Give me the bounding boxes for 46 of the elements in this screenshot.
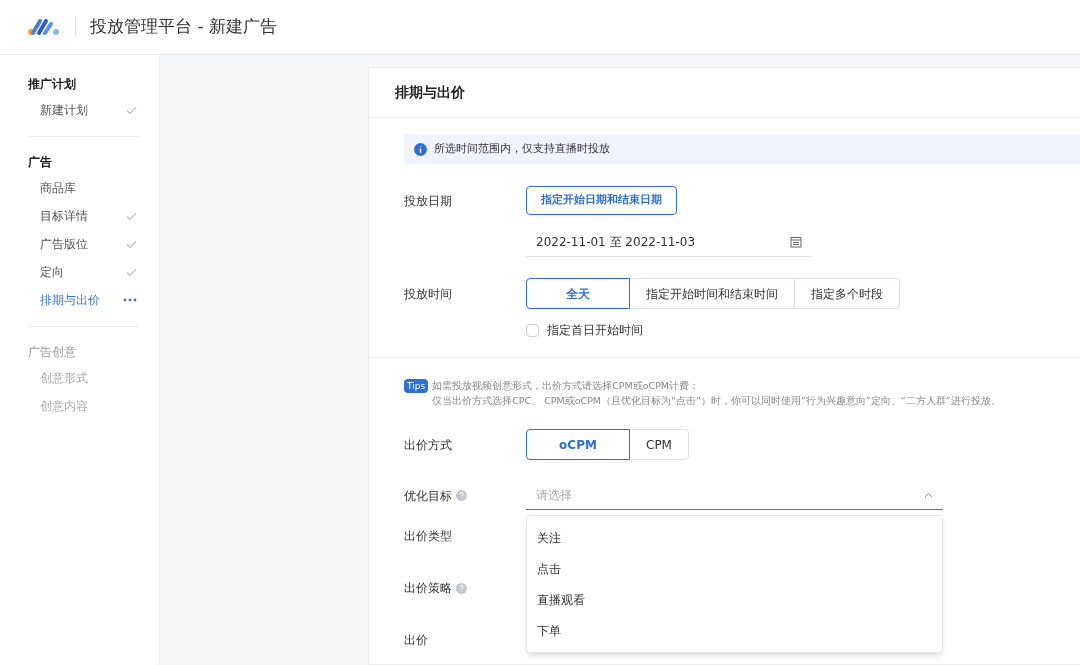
sidebar-item[interactable]: 广告版位 — [28, 230, 139, 258]
section-title: 排期与出价 — [395, 83, 465, 102]
check-icon — [126, 105, 137, 115]
tips-badge: Tips — [404, 379, 429, 393]
help-icon — [456, 490, 467, 501]
dropdown-option[interactable]: 点击 — [527, 553, 942, 584]
more-icon — [123, 298, 137, 302]
segment-option[interactable]: 指定开始时间和结束时间 — [629, 278, 795, 309]
field-label: 投放日期 — [404, 192, 452, 210]
segment-option[interactable]: CPM — [629, 429, 689, 460]
tips-text: 如需投放视频创意形式，出价方式请选择CPM或oCPM计费； — [432, 379, 701, 393]
field-label: 优化目标 — [404, 487, 452, 505]
caret-icon — [924, 492, 933, 498]
sidebar-item[interactable]: 定向 — [28, 258, 139, 286]
calendar-icon — [790, 236, 802, 248]
info-icon — [414, 142, 427, 156]
checkbox[interactable] — [526, 323, 539, 337]
dropdown-option[interactable]: 下单 — [527, 615, 942, 646]
logo-icon — [28, 17, 61, 37]
segment-option[interactable]: oCPM — [526, 429, 630, 460]
sidebar-group-title: 广告创意 — [28, 344, 77, 359]
tips-text: 仅当出价方式选择CPC、 CPM或oCPM（且优化目标为“点击”）时，你可以同时使用“行为兴趣意向”定向、“二方人群”进行投放。 — [432, 394, 1001, 408]
field-label: 出价策略 — [404, 580, 452, 597]
field-label: 出价方式 — [404, 436, 452, 454]
sidebar-group-title: 广告 — [28, 154, 53, 169]
sidebar-item[interactable]: 目标详情 — [28, 202, 139, 230]
date-range-button[interactable]: 指定开始日期和结束日期 — [526, 186, 677, 215]
field-label: 投放时间 — [404, 285, 452, 303]
page-title: 投放管理平台 - 新建广告 — [90, 15, 277, 39]
date-field[interactable]: 2022-11-01 至 2022-11-03 — [526, 228, 812, 257]
check-icon — [126, 211, 137, 221]
sidebar-item[interactable]: 排期与出价 — [28, 286, 139, 314]
check-icon — [126, 239, 137, 249]
field-label: 出价 — [404, 632, 428, 649]
sidebar-group-title: 推广计划 — [28, 76, 77, 91]
sidebar-item[interactable]: 商品库 — [28, 174, 139, 202]
dropdown-option[interactable]: 直播观看 — [527, 584, 942, 615]
notice-text: 所选时间范围内，仅支持直播时投放 — [434, 140, 610, 157]
help-icon — [456, 582, 467, 594]
check-icon — [126, 267, 137, 277]
segment-option[interactable]: 指定多个时段 — [794, 278, 900, 309]
segment-option[interactable]: 全天 — [526, 278, 630, 309]
field-label: 出价类型 — [404, 528, 452, 545]
sidebar-item[interactable]: 新建计划 — [28, 96, 139, 124]
checkbox-label: 指定首日开始时间 — [547, 322, 643, 339]
dropdown-option[interactable]: 关注 — [527, 522, 942, 553]
